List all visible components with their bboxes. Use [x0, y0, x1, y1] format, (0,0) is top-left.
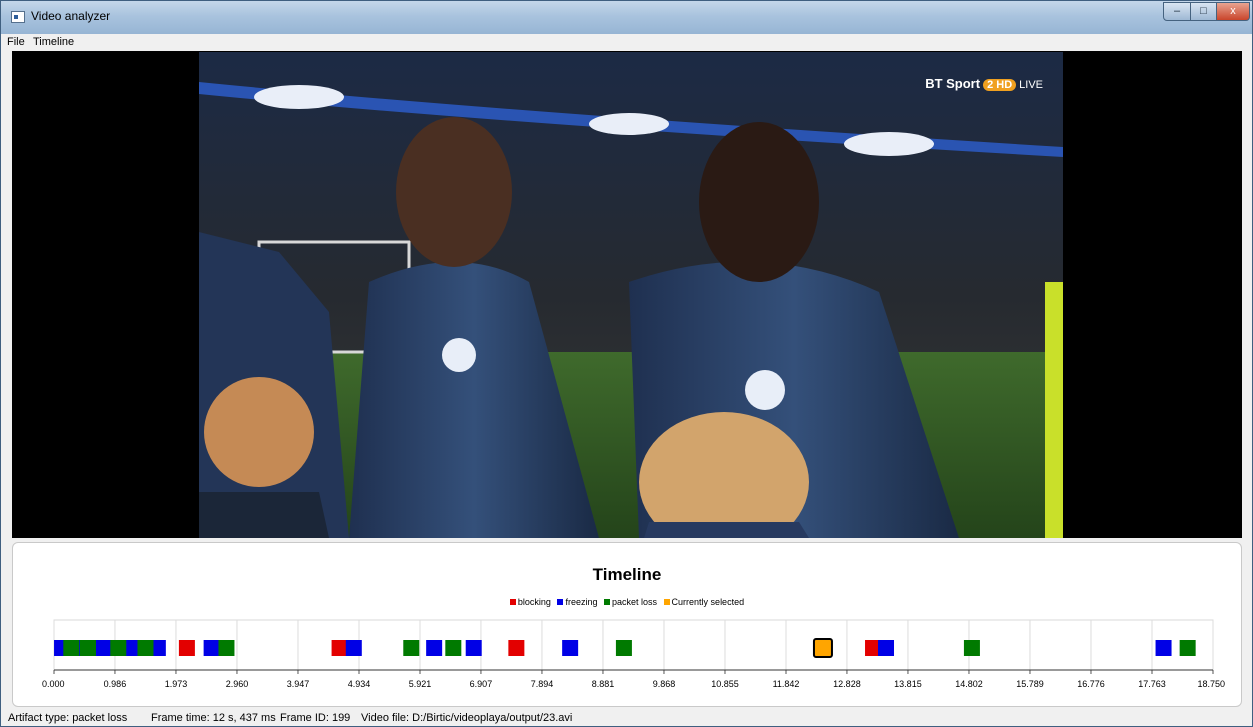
x-tick-label: 8.881: [592, 679, 615, 689]
marker-freezing: [1155, 640, 1172, 656]
video-scene-image: [199, 52, 1063, 538]
x-tick-label: 17.763: [1138, 679, 1166, 689]
x-tick-label: 0.000: [42, 679, 65, 689]
marker-freezing: [426, 640, 443, 656]
x-tick-label: 15.789: [1016, 679, 1044, 689]
marker-freezing: [562, 640, 579, 656]
timeline-chart[interactable]: 0.000 0.986 1.973 2.960 3.947 4.934 5.921 6.907…: [13, 543, 1241, 706]
status-bar: Artifact type: packet loss Frame time: 1…: [1, 709, 1252, 727]
x-tick-label: 0.986: [104, 679, 127, 689]
marker-freezing: [345, 640, 362, 656]
window-title: Video analyzer: [31, 9, 111, 23]
marker-packet-loss: [403, 640, 420, 656]
marker-packet-loss: [218, 640, 235, 656]
x-tick-label: 11.842: [773, 679, 800, 689]
title-bar[interactable]: Video analyzer – □ x: [1, 1, 1252, 34]
x-tick-label: 4.934: [348, 679, 371, 689]
marker-packet-loss: [110, 640, 127, 656]
app-icon: [11, 11, 25, 23]
x-tick-label: 10.855: [711, 679, 739, 689]
marker-packet-loss: [137, 640, 154, 656]
minimize-button[interactable]: –: [1163, 2, 1191, 21]
menu-timeline[interactable]: Timeline: [33, 36, 74, 48]
marker-blocking: [331, 640, 348, 656]
marker-blocking: [508, 640, 525, 656]
menu-file[interactable]: File: [7, 36, 25, 48]
marker-packet-loss: [445, 640, 462, 656]
marker-blocking: [178, 640, 195, 656]
menu-bar: File Timeline: [1, 34, 1252, 51]
x-tick-label: 14.802: [955, 679, 983, 689]
marker-packet-loss: [963, 640, 980, 656]
status-frame-time: Frame time: 12 s, 437 ms: [151, 712, 276, 724]
marker-freezing: [465, 640, 482, 656]
x-tick-label: 5.921: [409, 679, 432, 689]
marker-currently-selected: [812, 638, 833, 658]
timeline-panel: Timeline blocking freezing packet loss C…: [12, 542, 1242, 707]
x-tick-label: 3.947: [287, 679, 310, 689]
x-tick-label: 2.960: [226, 679, 249, 689]
x-tick-label: 1.973: [165, 679, 188, 689]
x-tick-label: 6.907: [470, 679, 493, 689]
marker-packet-loss: [63, 640, 80, 656]
x-tick-label: 18.750: [1197, 679, 1225, 689]
x-tick-label: 12.828: [833, 679, 861, 689]
status-artifact-type: Artifact type: packet loss: [8, 712, 128, 724]
maximize-button[interactable]: □: [1190, 2, 1217, 21]
video-frame: BT Sport 2 HD LIVE: [199, 52, 1063, 538]
x-tick-label: 7.894: [531, 679, 554, 689]
status-frame-id: Frame ID: 199: [280, 712, 351, 724]
bt-sport-logo: BT Sport 2 HD LIVE: [925, 76, 1043, 91]
marker-freezing: [95, 640, 112, 656]
video-player[interactable]: BT Sport 2 HD LIVE: [12, 51, 1242, 538]
marker-freezing: [878, 640, 895, 656]
status-video-file: Video file: D:/Birtic/videoplaya/output/…: [361, 712, 573, 724]
marker-packet-loss: [79, 640, 96, 656]
marker-packet-loss: [1179, 640, 1196, 656]
app-window: Video analyzer – □ x File Timeline BT Sp…: [0, 0, 1253, 727]
x-tick-label: 13.815: [894, 679, 922, 689]
close-button[interactable]: x: [1216, 2, 1250, 21]
x-tick-label: 9.868: [653, 679, 676, 689]
x-tick-label: 16.776: [1077, 679, 1105, 689]
marker-packet-loss: [615, 640, 632, 656]
